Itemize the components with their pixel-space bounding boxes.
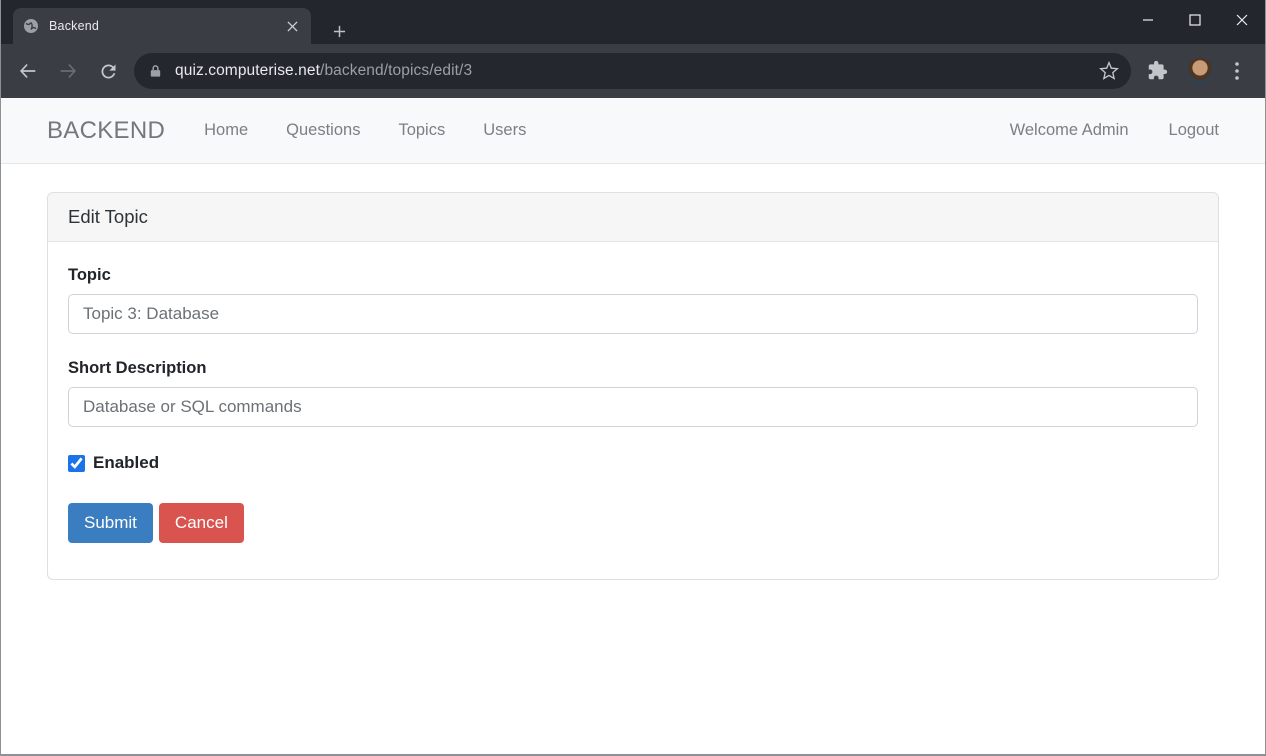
nav-item-topics[interactable]: Topics [379,121,464,140]
site-navbar: BACKEND Home Questions Topics Users Welc… [1,98,1265,164]
enabled-label: Enabled [93,453,160,472]
bookmark-star-icon[interactable] [1099,61,1119,81]
browser-tab-bar: Backend [1,0,1265,44]
topic-input[interactable] [68,294,1198,334]
kebab-menu-icon[interactable] [1227,59,1247,83]
short-description-label: Short Description [68,359,207,377]
card-header-title: Edit Topic [48,193,1218,242]
nav-links: Home Questions Topics Users [185,121,545,140]
minimize-icon[interactable] [1124,0,1171,40]
url-text[interactable]: quiz.computerise.net/backend/topics/edit… [175,62,472,80]
nav-item-users[interactable]: Users [464,121,545,140]
logout-link[interactable]: Logout [1169,121,1219,140]
browser-tab[interactable]: Backend [13,8,311,44]
new-tab-button[interactable] [327,19,351,43]
enabled-checkbox[interactable] [68,454,85,472]
address-bar[interactable]: quiz.computerise.net/backend/topics/edit… [134,53,1131,89]
edit-topic-card: Edit Topic Topic Short Description Enabl… [47,192,1219,580]
browser-toolbar: quiz.computerise.net/backend/topics/edit… [1,44,1265,98]
short-description-input[interactable] [68,387,1198,427]
extensions-puzzle-icon[interactable] [1147,60,1169,82]
navbar-right: Welcome Admin Logout [1010,121,1219,140]
form-buttons: Submit Cancel [68,503,1198,543]
close-icon[interactable] [1218,0,1265,40]
page-content: Edit Topic Topic Short Description Enabl… [1,164,1265,754]
brand-backend[interactable]: BACKEND [47,117,165,145]
browser-window: Backend quiz.computerise.net/backend/top… [0,0,1266,756]
reload-icon[interactable] [96,59,120,83]
maximize-icon[interactable] [1171,0,1218,40]
window-controls [1124,0,1265,40]
cancel-button[interactable]: Cancel [158,503,244,543]
submit-button[interactable]: Submit [68,503,153,543]
profile-avatar[interactable] [1187,58,1213,84]
globe-favicon-icon [23,18,39,34]
edit-topic-form: Topic Short Description Enabled Submit C… [48,242,1218,579]
enabled-check-row: Enabled [68,453,1198,473]
topic-form-group: Topic [68,266,1198,334]
welcome-text: Welcome Admin [1009,121,1129,139]
url-path: /backend/topics/edit/3 [320,62,473,79]
nav-item-home[interactable]: Home [185,121,267,140]
lock-icon[interactable] [148,63,163,79]
url-domain: quiz.computerise.net [175,62,321,79]
topic-label: Topic [68,266,111,284]
tab-close-icon[interactable] [284,18,301,35]
tab-title: Backend [49,19,100,33]
nav-item-questions[interactable]: Questions [267,121,379,140]
back-arrow-icon[interactable] [16,59,40,83]
description-form-group: Short Description [68,359,1198,427]
forward-arrow-icon[interactable] [56,59,80,83]
